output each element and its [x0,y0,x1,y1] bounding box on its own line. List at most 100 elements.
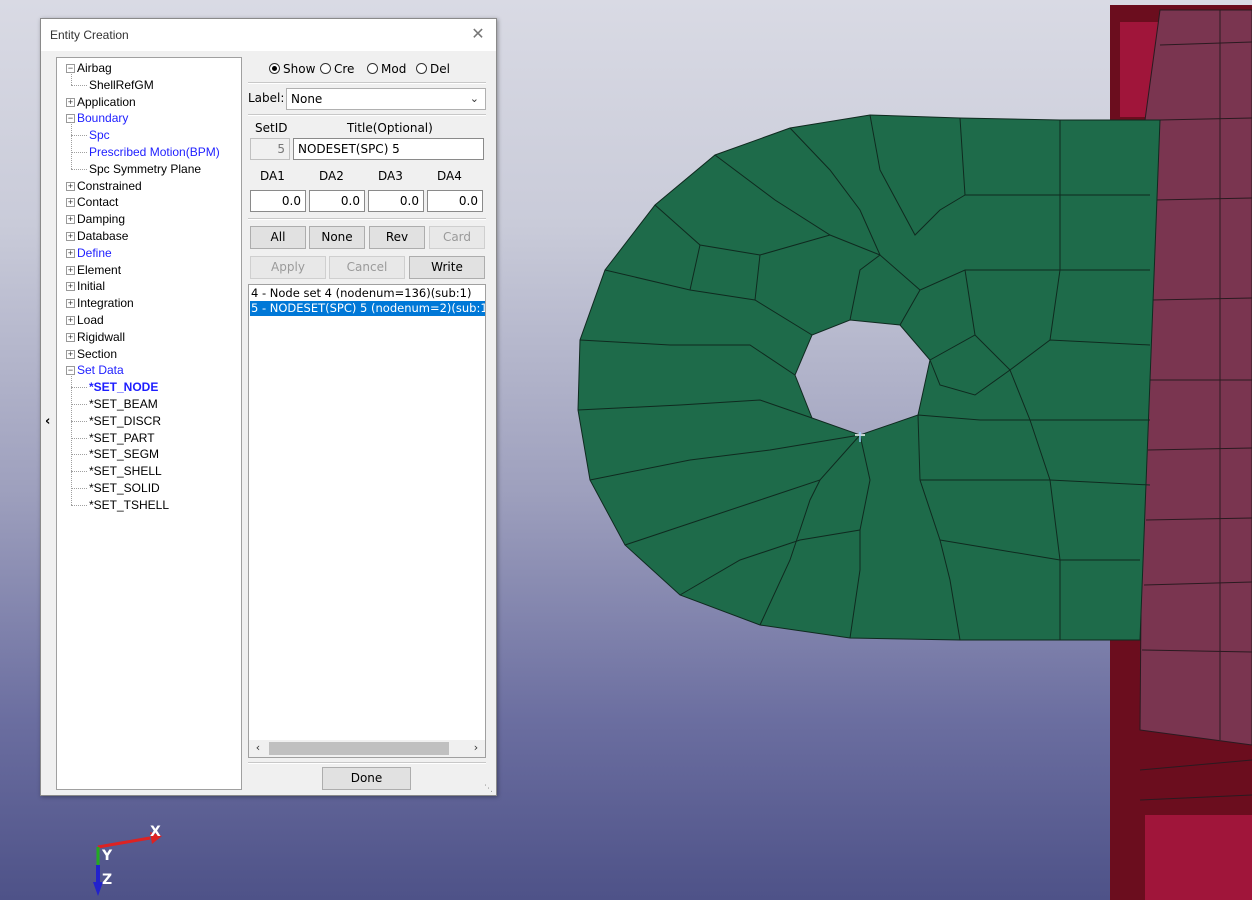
mode-radio-del[interactable]: Del [416,62,450,76]
horizontal-scrollbar[interactable]: ‹ › [249,740,485,757]
setid-field: 5 [250,138,290,160]
tree-item[interactable]: + Section [66,346,117,362]
list-item[interactable]: 4 - Node set 4 (nodenum=136)(sub:1) [250,286,471,301]
nodeset-list[interactable]: 5 - NODESET(SPC) 5 (nodenum=2)(sub:1) 4 -… [248,284,486,758]
divider [248,218,486,220]
expand-icon[interactable]: + [66,198,75,208]
collapse-panel-icon[interactable]: ‹ [45,414,50,429]
tree-item[interactable]: + Database [66,228,128,244]
tree-item[interactable]: + Initial [66,278,105,294]
expand-icon[interactable]: + [66,316,75,325]
tree-connector [71,72,72,85]
axis-y-label: Y [102,848,113,864]
tree-item-label: Contact [77,195,119,210]
tree-item-label: *SET_DISCR [89,413,162,428]
tree-connector [71,454,87,456]
all-button[interactable]: All [250,226,306,249]
expand-icon[interactable]: + [66,299,75,309]
tree-item[interactable]: + Damping [66,211,125,227]
da2-field[interactable]: 0.0 [309,190,365,212]
da1-field[interactable]: 0.0 [250,190,306,212]
scrollbar-thumb[interactable] [269,742,449,755]
tree-connector [71,135,87,137]
da3-field[interactable]: 0.0 [368,190,424,212]
expand-icon[interactable]: + [66,349,75,359]
radio-circle-icon[interactable] [320,63,331,74]
da3-label: DA3 [378,169,403,183]
expand-icon[interactable]: + [66,181,75,191]
radio-label: Del [430,62,450,76]
tree-item[interactable]: − Boundary [66,110,128,126]
tree-item-label: Database [77,229,129,243]
tree-item[interactable]: *SET_NODE [89,379,158,395]
tree-item[interactable]: + Element [66,262,121,278]
tree-item[interactable]: Spc Symmetry Plane [89,161,201,177]
expand-icon[interactable]: + [66,282,75,292]
tree-connector [71,420,87,422]
tree-item-label: Spc [89,128,110,143]
cancel-button[interactable]: Cancel [329,256,405,279]
chevron-down-icon: ⌄ [469,92,479,105]
mode-radio-cre[interactable]: Cre [320,62,354,76]
dialog-titlebar[interactable]: Entity Creation ✕ [41,19,496,51]
tree-item[interactable]: + Integration [66,295,134,311]
expand-icon[interactable]: + [66,265,75,275]
expand-icon[interactable]: + [66,332,75,342]
tree-item-label: *SET_PART [89,430,155,445]
radio-circle-icon[interactable] [367,63,378,74]
tree-item[interactable]: + Application [66,94,136,110]
scroll-left-icon[interactable]: ‹ [250,741,266,754]
none-button[interactable]: None [309,226,365,249]
tree-item[interactable]: − Set Data [66,362,124,378]
apply-button[interactable]: Apply [250,256,326,279]
tree-item[interactable]: *SET_BEAM [89,396,158,412]
tree-item[interactable]: *SET_SEGM [89,446,159,462]
resize-grip-icon[interactable]: ⋱ [484,784,493,794]
mode-radio-show[interactable]: Show [269,62,315,76]
expand-icon[interactable]: + [66,215,75,225]
tree-item-label: Damping [77,212,126,227]
tree-item[interactable]: + Constrained [66,178,142,194]
label-select[interactable]: None ⌄ [286,88,486,110]
tree-item[interactable]: + Define [66,245,112,261]
tree-connector [71,471,87,473]
tree-connector [71,374,72,505]
tree-item-label: ShellRefGM [89,77,154,92]
tree-item[interactable]: *SET_DISCR [89,413,161,429]
list-item[interactable]: 5 - NODESET(SPC) 5 (nodenum=2)(sub:1) [250,301,485,316]
divider [248,762,486,764]
setid-label: SetID [255,121,288,135]
tree-connector [71,504,87,506]
tree-item[interactable]: *SET_SOLID [89,480,160,496]
tree-item[interactable]: *SET_TSHELL [89,497,169,513]
write-button[interactable]: Write [409,256,485,279]
expand-icon[interactable]: + [66,97,75,107]
card-button[interactable]: Card [429,226,485,249]
divider [248,114,486,116]
da4-field[interactable]: 0.0 [427,190,483,212]
tree-item[interactable]: + Contact [66,194,118,210]
close-icon[interactable]: ✕ [468,24,488,44]
radio-circle-icon[interactable] [269,63,280,74]
label-select-value: None [291,92,323,106]
title-field[interactable]: NODESET(SPC) 5 [293,138,484,160]
tree-item[interactable]: + Rigidwall [66,329,125,345]
expand-icon[interactable]: + [66,248,75,258]
expand-icon[interactable]: + [66,232,75,241]
tree-item[interactable]: ShellRefGM [89,77,154,93]
tree-item[interactable]: Prescribed Motion(BPM) [89,144,220,160]
tree-item[interactable]: Spc [89,127,110,143]
mode-radio-mod[interactable]: Mod [367,62,406,76]
scroll-right-icon[interactable]: › [468,741,484,754]
tree-item-label: *SET_BEAM [89,397,158,411]
tree-item[interactable]: *SET_PART [89,430,155,446]
keyword-tree[interactable]: − Airbag ShellRefGM + Application − Boundary Sp… [56,57,242,790]
radio-circle-icon[interactable] [416,63,427,74]
tree-connector [71,168,87,170]
rev-button[interactable]: Rev [369,226,425,249]
tree-item[interactable]: + Load [66,312,104,328]
tree-item-label: Set Data [77,363,124,378]
tree-item[interactable]: − Airbag [66,60,112,76]
tree-item[interactable]: *SET_SHELL [89,463,162,479]
done-button[interactable]: Done [322,767,411,790]
